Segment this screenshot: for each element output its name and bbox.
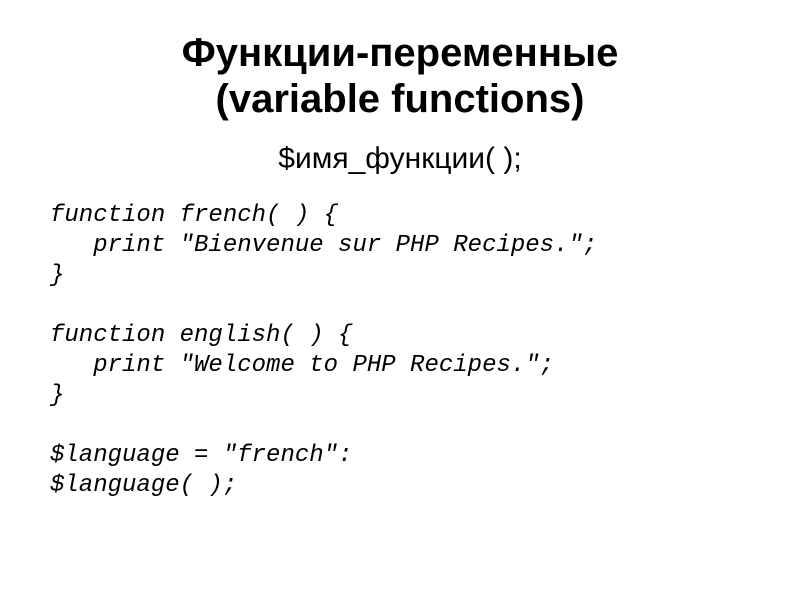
title-line-2: (variable functions) bbox=[216, 77, 585, 121]
slide-title: Функции-переменные (variable functions) bbox=[50, 30, 750, 122]
syntax-line: $имя_функции( ); bbox=[50, 142, 750, 176]
title-line-1: Функции-переменные bbox=[182, 31, 619, 75]
code-example: function french( ) { print "Bienvenue su… bbox=[50, 201, 750, 501]
